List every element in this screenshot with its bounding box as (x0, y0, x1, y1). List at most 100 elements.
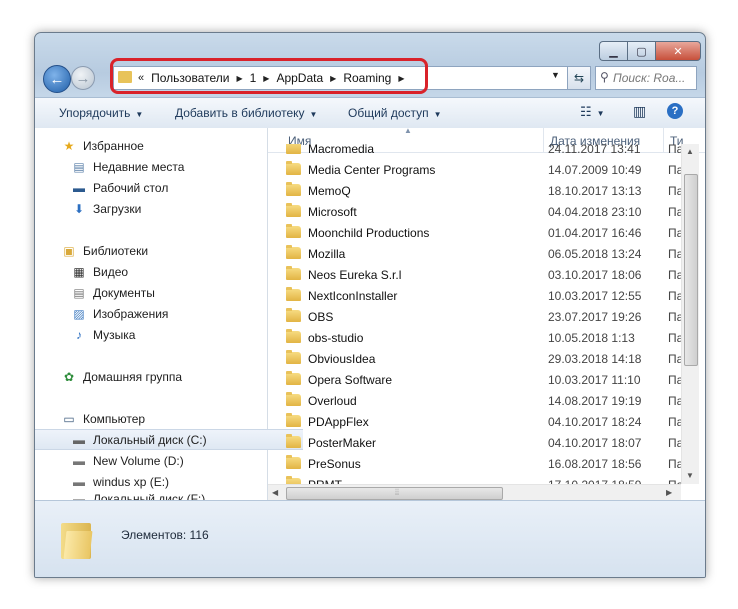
sidebar-item-downloads[interactable]: ⬇ Загрузки (35, 198, 303, 219)
folder-icon (286, 287, 301, 301)
view-options-button[interactable]: ☷ ▼ (580, 104, 605, 120)
table-row[interactable]: Media Center Programs 14.07.2009 10:49 Па (268, 159, 683, 180)
sidebar-item-music[interactable]: ♪ Музыка (35, 324, 303, 345)
table-row[interactable]: PDAppFlex 04.10.2017 18:24 Па (268, 411, 683, 432)
preview-pane-icon: ▥ (633, 103, 647, 119)
minimize-button[interactable]: ▁ (599, 41, 627, 61)
table-row[interactable]: OBS 23.07.2017 19:26 Па (268, 306, 683, 327)
folder-icon (286, 329, 301, 343)
images-icon: ▨ (73, 306, 85, 321)
sidebar-item-disk-e[interactable]: ▬ windus xp (E:) (35, 471, 303, 492)
file-date: 03.10.2017 18:06 (548, 267, 642, 282)
sidebar-item-label: Музыка (93, 327, 136, 342)
system-drive-icon: ▬ (73, 432, 85, 447)
vertical-scroll-thumb[interactable] (684, 174, 698, 366)
search-input[interactable]: ⚲ Поиск: Roa... (595, 66, 697, 90)
sidebar-item-label: windus xp (E:) (93, 474, 170, 489)
scroll-up-icon[interactable]: ▲ (686, 147, 694, 156)
table-row[interactable]: Mozilla 06.05.2018 13:24 Па (268, 243, 683, 264)
sidebar-item-disk-f[interactable]: ▬ Локальный диск (F:) (35, 492, 303, 500)
table-row[interactable]: PRMT17.10.2017 18:59Па (268, 474, 683, 484)
drive-icon: ▬ (73, 492, 85, 500)
sidebar-item-recent[interactable]: ▤ Недавние места (35, 156, 303, 177)
vertical-scrollbar[interactable]: ▲ ▼ (681, 144, 699, 484)
folder-icon (286, 455, 301, 469)
file-name: obs-studio (308, 330, 364, 345)
homegroup-icon: ✿ (63, 369, 75, 384)
file-date: 16.08.2017 18:56 (548, 456, 642, 471)
sidebar-item-label: Локальный диск (C:) (93, 432, 207, 447)
sidebar-item-label: Избранное (83, 138, 144, 153)
table-row[interactable]: Neos Eureka S.r.l 03.10.2017 18:06 Па (268, 264, 683, 285)
close-button[interactable]: ✕ (655, 41, 701, 61)
music-icon: ♪ (76, 327, 82, 342)
sidebar-item-disk-d[interactable]: ▬ New Volume (D:) (35, 450, 303, 471)
table-row[interactable]: obs-studio 10.05.2018 1:13 Па (268, 327, 683, 348)
organize-button[interactable]: Упорядочить ▼ (59, 106, 143, 120)
help-button[interactable]: ? (667, 103, 683, 119)
video-icon: ▦ (73, 264, 85, 279)
sidebar-item-label: Документы (93, 285, 155, 300)
desktop-icon: ▬ (73, 180, 85, 195)
table-row[interactable]: ObviousIdea 29.03.2018 14:18 Па (268, 348, 683, 369)
preview-pane-button[interactable]: ▥ (633, 103, 646, 120)
table-row[interactable]: Macromedia 24.11.2017 13:41 Па (268, 144, 683, 159)
table-row[interactable]: PreSonus 16.08.2017 18:56 Па (268, 453, 683, 474)
refresh-button[interactable]: ⇆ (567, 66, 591, 90)
file-name: Macromedia (308, 144, 375, 156)
navigation-pane: ★ Избранное ▤ Недавние места ▬ Рабочий стол… (35, 128, 303, 500)
sidebar-item-homegroup[interactable]: ✿ Домашняя группа (35, 366, 293, 387)
arrow-left-icon: ← (49, 70, 65, 88)
horizontal-scrollbar[interactable]: ◀ ⦙⦙ ▶ (268, 484, 681, 501)
table-row[interactable]: Overloud 14.08.2017 19:19 Па (268, 390, 683, 411)
add-to-library-button[interactable]: Добавить в библиотеку ▼ (175, 106, 317, 120)
folder-icon (286, 371, 301, 385)
sidebar-item-computer[interactable]: ▭ Компьютер (35, 408, 293, 429)
sidebar-item-label: Недавние места (93, 159, 185, 174)
file-date: 10.05.2018 1:13 (548, 330, 635, 345)
chevron-down-icon: ▼ (309, 110, 318, 119)
file-name: Neos Eureka S.r.l (308, 267, 402, 282)
file-list: ▲ Имя Дата изменения Ти Macromedia 24.11.… (268, 126, 705, 501)
file-date: 10.03.2017 12:55 (548, 288, 642, 303)
sidebar-item-label: Библиотеки (83, 243, 149, 258)
folder-icon (286, 245, 301, 259)
forward-button[interactable]: → (71, 66, 95, 90)
documents-icon: ▤ (73, 285, 85, 300)
search-icon: ⚲ (600, 70, 609, 84)
folder-icon (286, 182, 301, 196)
arrow-right-icon: → (75, 69, 91, 87)
file-name: PreSonus (308, 456, 361, 471)
chevron-down-icon: ▼ (596, 109, 605, 118)
folder-icon (286, 161, 301, 175)
chevron-down-icon: ▼ (433, 110, 442, 119)
share-button[interactable]: Общий доступ ▼ (348, 106, 442, 120)
sidebar-item-disk-c[interactable]: ▬ Локальный диск (C:) (35, 429, 303, 450)
scroll-right-icon[interactable]: ▶ (666, 488, 672, 497)
back-button[interactable]: ← (43, 65, 71, 93)
scroll-down-icon[interactable]: ▼ (686, 471, 694, 480)
sidebar-item-desktop[interactable]: ▬ Рабочий стол (35, 177, 303, 198)
table-row[interactable]: Microsoft 04.04.2018 23:10 Па (268, 201, 683, 222)
sidebar-item-favorites[interactable]: ★ Избранное (35, 135, 293, 156)
horizontal-scroll-thumb[interactable]: ⦙⦙ (286, 487, 503, 500)
address-dropdown-icon[interactable]: ▼ (551, 70, 560, 80)
sidebar-item-documents[interactable]: ▤ Документы (35, 282, 303, 303)
table-row[interactable]: Moonchild Productions 01.04.2017 16:46 Па (268, 222, 683, 243)
folder-icon (286, 308, 301, 322)
file-rows: Macromedia 24.11.2017 13:41 Па Media Center… (268, 144, 705, 484)
libraries-icon: ▣ (63, 243, 75, 258)
table-row[interactable]: MemoQ 18.10.2017 13:13 Па (268, 180, 683, 201)
sidebar-item-video[interactable]: ▦ Видео (35, 261, 303, 282)
sidebar-item-images[interactable]: ▨ Изображения (35, 303, 303, 324)
file-date: 04.10.2017 18:24 (548, 414, 642, 429)
maximize-button[interactable]: ▢ (627, 41, 655, 61)
table-row[interactable]: NextIconInstaller 10.03.2017 12:55 Па (268, 285, 683, 306)
scroll-left-icon[interactable]: ◀ (272, 488, 278, 497)
table-row[interactable]: PosterMaker 04.10.2017 18:07 Па (268, 432, 683, 453)
folder-icon (286, 350, 301, 364)
sidebar-item-libraries[interactable]: ▣ Библиотеки (35, 240, 293, 261)
file-date: 24.11.2017 13:41 (548, 144, 641, 156)
table-row[interactable]: Opera Software 10.03.2017 11:10 Па (268, 369, 683, 390)
help-icon: ? (671, 105, 679, 117)
